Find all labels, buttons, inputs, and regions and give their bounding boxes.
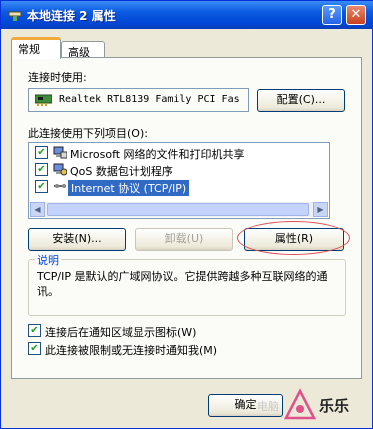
network-connection-icon: [8, 11, 22, 21]
notify-option[interactable]: ✔ 此连接被限制或无连接时通知我(M): [28, 342, 358, 357]
adapter-name: Realtek RTL8139 Family PCI Fas: [59, 94, 240, 105]
scroll-right-icon[interactable]: ▶: [313, 202, 328, 217]
watermark-text: 电脑: [257, 400, 279, 413]
qos-icon: [53, 163, 67, 176]
item-checkbox[interactable]: ✔: [35, 146, 48, 159]
network-adapter-icon: [35, 94, 52, 106]
item-checkbox[interactable]: ✔: [35, 163, 48, 176]
horizontal-scrollbar[interactable]: ◀ ▶: [30, 202, 328, 217]
item-label: Microsoft 网络的文件和打印机共享: [70, 148, 245, 161]
close-button[interactable]: ✕: [346, 5, 366, 25]
option-label: 此连接被限制或无连接时通知我(M): [45, 344, 218, 357]
scroll-left-icon[interactable]: ◀: [30, 202, 45, 217]
annotation-circle: [237, 221, 350, 255]
adapter-field: Realtek RTL8139 Family PCI Fas: [28, 88, 249, 112]
item-checkbox[interactable]: ✔: [35, 180, 48, 193]
properties-dialog: 本地连接 2 属性 ? ✕ 常规 高级 连接时使用: Realtek RTL81…: [0, 0, 373, 429]
watermark-logo: [283, 388, 317, 420]
list-item[interactable]: ✔ QoS 数据包计划程序: [33, 162, 329, 178]
window-title: 本地连接 2 属性: [27, 9, 116, 23]
connect-using-label: 连接时使用:: [28, 71, 87, 84]
tab-general[interactable]: 常规: [11, 37, 61, 59]
show-icon-option[interactable]: ✔ 连接后在通知区域显示图标(W): [28, 324, 358, 339]
components-list[interactable]: ✔ Microsoft 网络的文件和打印机共享 ✔ QoS 数据包计划程序 ✔ …: [28, 142, 330, 219]
watermark-brand: 乐乐: [319, 397, 350, 415]
network-sharing-icon: [53, 146, 67, 159]
item-label: Internet 协议 (TCP/IP): [68, 180, 190, 196]
description-title: 说明: [35, 252, 61, 268]
item-label: QoS 数据包计划程序: [70, 165, 173, 178]
help-button[interactable]: ?: [322, 5, 342, 25]
description-text: TCP/IP 是默认的广域网协议。它提供跨越多种互联网络的通讯。: [37, 270, 328, 298]
option-checkbox[interactable]: ✔: [28, 324, 41, 337]
list-item-selected[interactable]: ✔ Internet 协议 (TCP/IP): [33, 179, 329, 196]
install-button[interactable]: 安装(N)...: [28, 228, 126, 251]
components-label: 此连接使用下列项目(O):: [28, 127, 148, 140]
configure-button[interactable]: 配置(C)...: [257, 89, 345, 112]
option-checkbox[interactable]: ✔: [28, 342, 41, 355]
option-label: 连接后在通知区域显示图标(W): [45, 326, 197, 339]
title-bar[interactable]: 本地连接 2 属性 ? ✕: [1, 1, 373, 29]
scroll-thumb[interactable]: [47, 203, 309, 216]
uninstall-button: 卸载(U): [135, 228, 233, 251]
list-item[interactable]: ✔ Microsoft 网络的文件和打印机共享: [33, 145, 329, 161]
protocol-icon: [54, 184, 66, 188]
